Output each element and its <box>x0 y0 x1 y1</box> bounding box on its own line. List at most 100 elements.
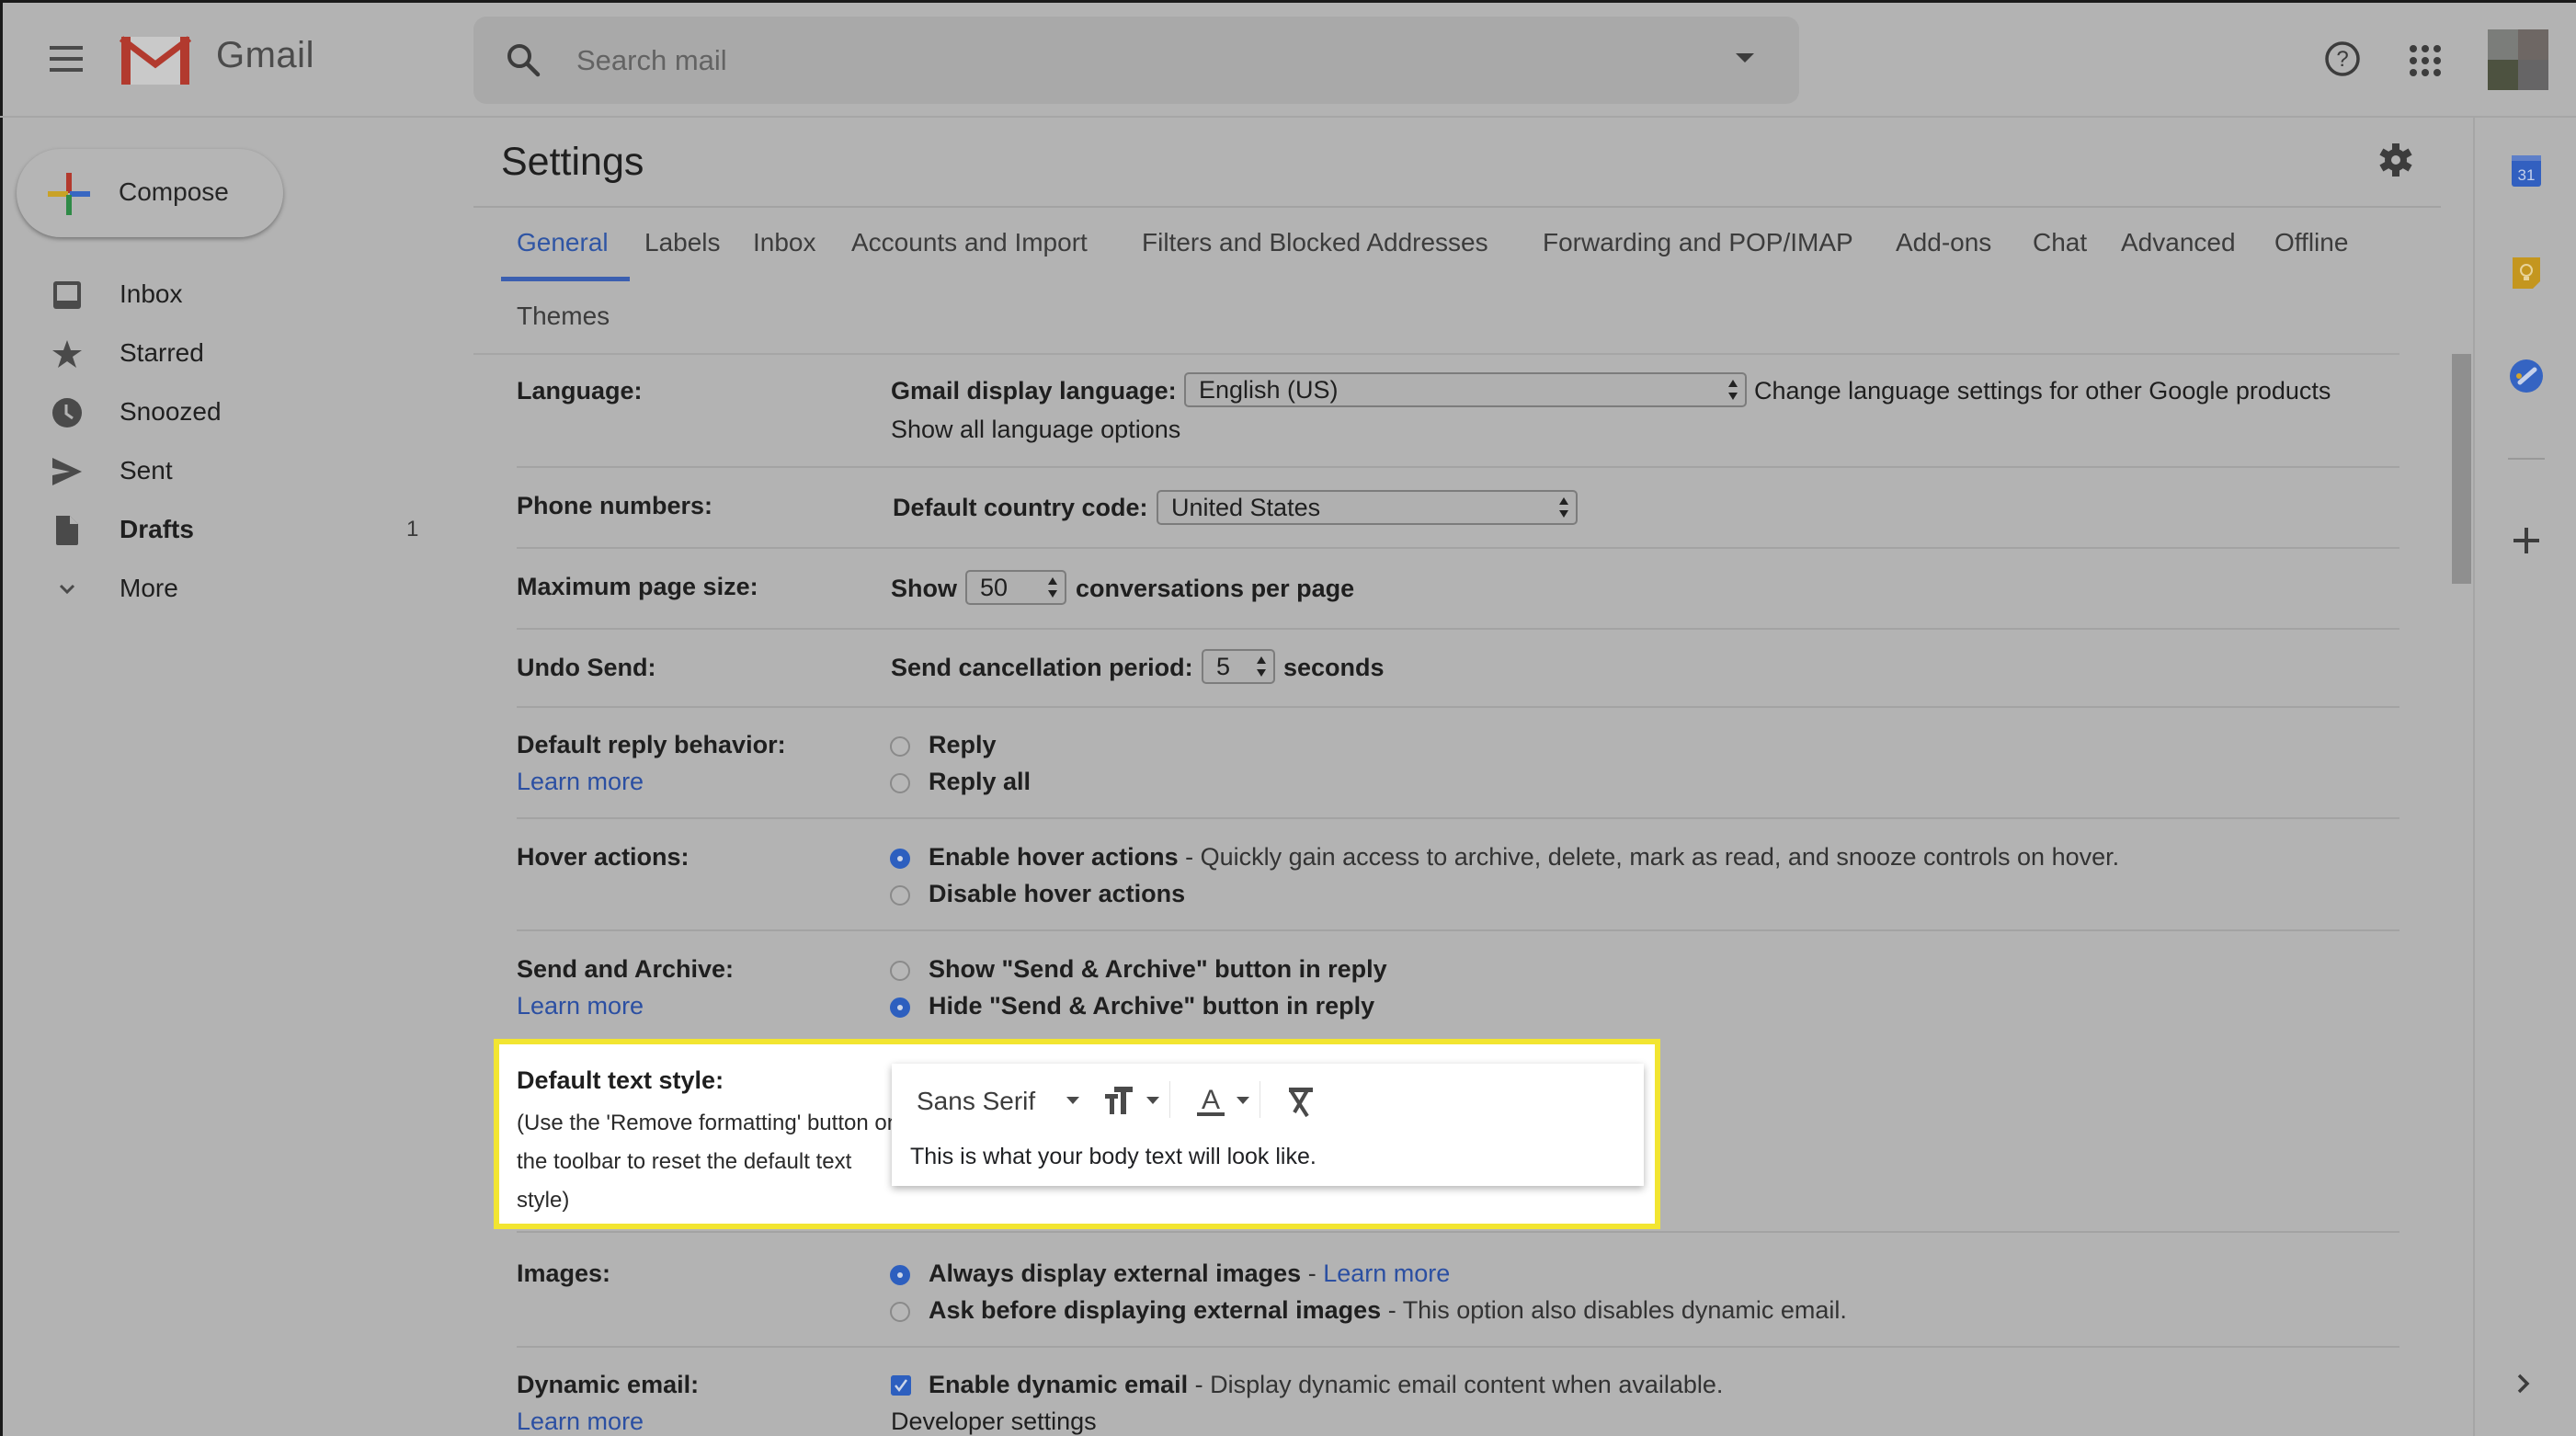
inbox-icon <box>51 279 83 311</box>
divider <box>517 547 2399 549</box>
images-learn-more-link[interactable]: Learn more <box>1323 1259 1450 1287</box>
divider <box>517 628 2399 630</box>
text-color-icon[interactable]: A <box>1195 1085 1226 1118</box>
images-label: Images: <box>517 1259 611 1287</box>
language-label: Language: <box>517 377 643 405</box>
expand-panel-chevron-icon[interactable] <box>2516 1373 2531 1395</box>
enable-hover-option: Enable hover actions - Quickly gain acce… <box>929 843 2120 871</box>
sidebar-item-inbox[interactable]: Inbox <box>0 267 460 322</box>
show-send-archive-radio[interactable] <box>890 961 910 981</box>
divider <box>473 353 2399 355</box>
tab-general[interactable]: General <box>517 228 609 257</box>
clock-icon <box>51 397 83 428</box>
tab-add-ons[interactable]: Add-ons <box>1896 228 1991 257</box>
tab-accounts-and-import[interactable]: Accounts and Import <box>851 228 1088 257</box>
country-code-select[interactable]: United States <box>1157 490 1578 525</box>
tasks-icon[interactable] <box>2509 359 2544 393</box>
unread-count: 1 <box>406 517 419 541</box>
sidebar-item-more[interactable]: More <box>0 561 460 616</box>
remove-formatting-icon[interactable] <box>1283 1085 1316 1118</box>
main-menu-icon[interactable] <box>50 46 85 74</box>
divider <box>517 1346 2399 1348</box>
font-size-icon[interactable] <box>1103 1085 1134 1116</box>
compose-label: Compose <box>119 177 229 206</box>
dynamic-email-learn-more-link[interactable]: Learn more <box>517 1408 644 1436</box>
svg-text:31: 31 <box>2518 166 2536 184</box>
reply-learn-more-link[interactable]: Learn more <box>517 768 644 796</box>
tab-advanced[interactable]: Advanced <box>2121 228 2236 257</box>
svg-text:A: A <box>1202 1085 1220 1115</box>
reply-option-label: Reply <box>929 731 997 758</box>
divider <box>517 466 2399 468</box>
app-name: Gmail <box>216 35 314 75</box>
enable-dynamic-email-option: Enable dynamic email - Display dynamic e… <box>929 1371 1724 1398</box>
text-color-caret-icon[interactable] <box>1237 1097 1249 1104</box>
sidebar-item-sent[interactable]: Sent <box>0 443 460 498</box>
hide-send-archive-radio[interactable] <box>890 997 910 1018</box>
send-icon <box>51 456 83 487</box>
sidebar-item-drafts[interactable]: Drafts 1 <box>0 502 460 557</box>
help-icon[interactable]: ? <box>2324 40 2361 77</box>
tab-themes[interactable]: Themes <box>517 302 610 331</box>
country-code-label: Default country code: <box>893 494 1148 521</box>
svg-text:?: ? <box>2336 47 2348 72</box>
font-size-caret-icon[interactable] <box>1146 1097 1159 1104</box>
select-arrows-icon <box>1559 497 1568 518</box>
tab-inbox[interactable]: Inbox <box>753 228 816 257</box>
send-archive-learn-more-link[interactable]: Learn more <box>517 992 644 1020</box>
sidebar-item-label: More <box>120 574 178 602</box>
disable-hover-radio[interactable] <box>890 885 910 906</box>
enable-hover-radio[interactable] <box>890 849 910 869</box>
tab-filters-and-blocked-addresses[interactable]: Filters and Blocked Addresses <box>1142 228 1488 257</box>
search-options-caret-icon[interactable] <box>1736 53 1754 63</box>
sidebar-item-starred[interactable]: Starred <box>0 325 460 381</box>
dynamic-email-label: Dynamic email: <box>517 1371 700 1398</box>
search-input[interactable]: Search mail <box>576 44 727 77</box>
page-size-suffix: conversations per page <box>1076 575 1355 602</box>
reply-radio[interactable] <box>890 736 910 757</box>
sidebar-item-label: Starred <box>120 338 204 367</box>
show-all-languages-link[interactable]: Show all language options <box>891 416 1180 444</box>
tab-offline[interactable]: Offline <box>2274 228 2348 257</box>
tab-chat[interactable]: Chat <box>2033 228 2087 257</box>
cancellation-period-select[interactable]: 5 <box>1202 649 1275 684</box>
chevron-down-icon <box>51 574 83 605</box>
calendar-icon[interactable]: 31 <box>2511 154 2542 188</box>
cancellation-period-suffix: seconds <box>1283 654 1385 681</box>
page-size-select[interactable]: 50 <box>965 570 1066 605</box>
keep-icon[interactable] <box>2512 256 2541 290</box>
phone-numbers-label: Phone numbers: <box>517 492 713 519</box>
page-size-label: Maximum page size: <box>517 573 758 600</box>
select-arrows-icon <box>1048 577 1057 598</box>
font-family-select[interactable]: Sans Serif <box>917 1087 1035 1116</box>
text-style-sample[interactable]: This is what your body text will look li… <box>910 1144 1316 1170</box>
gmail-logo-icon[interactable] <box>120 35 191 86</box>
hide-send-archive-option: Hide "Send & Archive" button in reply <box>929 992 1375 1020</box>
sidebar-item-label: Sent <box>120 456 173 484</box>
change-language-link[interactable]: Change language settings for other Googl… <box>1754 377 2331 405</box>
scrollbar-thumb[interactable] <box>2452 354 2471 584</box>
page-size-value: 50 <box>980 574 1009 601</box>
search-icon[interactable] <box>504 40 544 81</box>
reply-all-option-label: Reply all <box>929 768 1032 795</box>
tab-forwarding-and-pop-imap[interactable]: Forwarding and POP/IMAP <box>1543 228 1853 257</box>
font-family-caret-icon[interactable] <box>1066 1097 1079 1104</box>
display-language-label: Gmail display language: <box>891 377 1177 405</box>
account-avatar[interactable] <box>2488 29 2548 90</box>
gear-icon[interactable] <box>2377 142 2414 178</box>
apps-grid-icon[interactable] <box>2409 44 2442 77</box>
add-addon-icon[interactable] <box>2513 528 2539 553</box>
reply-all-radio[interactable] <box>890 773 910 793</box>
page-size-prefix: Show <box>891 575 957 602</box>
divider <box>517 817 2399 819</box>
divider <box>517 929 2399 931</box>
ask-before-images-radio[interactable] <box>890 1302 910 1322</box>
sidebar-item-snoozed[interactable]: Snoozed <box>0 384 460 439</box>
tab-labels[interactable]: Labels <box>644 228 721 257</box>
sidebar-item-label: Inbox <box>120 279 183 308</box>
developer-settings-link[interactable]: Developer settings <box>891 1408 1097 1436</box>
enable-dynamic-email-checkbox[interactable] <box>891 1375 911 1396</box>
always-display-images-radio[interactable] <box>890 1265 910 1285</box>
display-language-select[interactable]: English (US) <box>1184 372 1747 407</box>
reply-behavior-label: Default reply behavior: <box>517 731 786 758</box>
